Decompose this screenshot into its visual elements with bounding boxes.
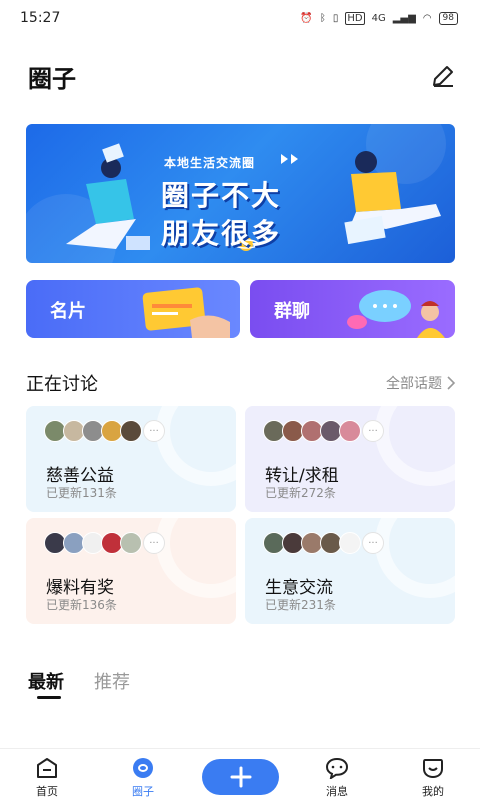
more-avatars-icon: ··· bbox=[143, 420, 165, 442]
nav-messages-label: 消息 bbox=[326, 785, 348, 798]
avatar-group: ··· bbox=[263, 420, 384, 442]
profile-icon bbox=[423, 759, 443, 779]
nav-circle-label: 圈子 bbox=[132, 785, 154, 798]
avatar bbox=[120, 420, 142, 442]
network-label: 4G bbox=[371, 12, 386, 24]
page-title: 圈子 bbox=[28, 64, 76, 93]
topic-name: 生意交流 bbox=[265, 578, 333, 598]
group-chat-label: 群聊 bbox=[274, 301, 310, 322]
feed-tabs: 最新 推荐 bbox=[28, 668, 130, 694]
bluetooth-icon: ᛒ bbox=[319, 12, 326, 24]
decor-ring bbox=[375, 406, 455, 486]
nav-home[interactable]: 首页 bbox=[17, 757, 77, 799]
decor-ring bbox=[156, 518, 236, 598]
card-illustration bbox=[142, 287, 230, 338]
banner-subtitle: 本地生活交流圈 bbox=[164, 156, 256, 170]
topic-card[interactable]: ··· 爆料有奖 已更新136条 bbox=[26, 518, 236, 624]
banner-headline-1: 圈子不大 bbox=[161, 179, 282, 212]
status-bar: 15:27 ⏰ ᛒ ▯ HD 4G ▂▄▆ ◠ 98 bbox=[0, 0, 480, 36]
tab-recommended[interactable]: 推荐 bbox=[94, 668, 130, 694]
more-avatars-icon: ··· bbox=[143, 532, 165, 554]
active-tab-indicator bbox=[37, 696, 61, 699]
promo-banner[interactable]: 本地生活交流圈 圈子不大 朋友很多 bbox=[26, 124, 455, 263]
topic-update-count: 已更新231条 bbox=[265, 598, 336, 612]
topic-name: 爆料有奖 bbox=[46, 578, 114, 598]
hd-icon: HD bbox=[345, 11, 365, 25]
topic-card[interactable]: ··· 生意交流 已更新231条 bbox=[245, 518, 455, 624]
avatar bbox=[120, 532, 142, 554]
message-icon bbox=[325, 757, 349, 779]
edit-button[interactable] bbox=[428, 61, 458, 91]
tab-latest[interactable]: 最新 bbox=[28, 668, 64, 694]
business-card-label: 名片 bbox=[50, 301, 86, 322]
status-time: 15:27 bbox=[20, 10, 61, 26]
wifi-icon: ◠ bbox=[422, 12, 432, 24]
topic-update-count: 已更新136条 bbox=[46, 598, 117, 612]
business-card-entry[interactable]: 名片 bbox=[26, 280, 240, 338]
circle-icon bbox=[133, 758, 153, 778]
topic-name: 慈善公益 bbox=[46, 466, 114, 486]
home-icon bbox=[37, 758, 57, 778]
nav-circle[interactable]: 圈子 bbox=[113, 757, 173, 799]
topic-update-count: 已更新131条 bbox=[46, 486, 117, 500]
alarm-icon: ⏰ bbox=[300, 12, 313, 24]
nav-home-label: 首页 bbox=[36, 785, 58, 798]
decor-ring bbox=[156, 406, 236, 486]
banner-headline-2: 朋友很多 bbox=[161, 217, 282, 250]
chevron-right-icon bbox=[447, 376, 456, 390]
topic-update-count: 已更新272条 bbox=[265, 486, 336, 500]
battery-icon: 98 bbox=[438, 11, 458, 25]
signal-icon: ▂▄▆ bbox=[392, 12, 416, 24]
chat-illustration bbox=[347, 290, 445, 338]
section-title: 正在讨论 bbox=[26, 374, 98, 395]
avatar-group: ··· bbox=[44, 420, 165, 442]
avatar-group: ··· bbox=[263, 532, 384, 554]
vibrate-icon: ▯ bbox=[332, 12, 339, 24]
status-icons: ⏰ ᛒ ▯ HD 4G ▂▄▆ ◠ 98 bbox=[300, 11, 458, 25]
topic-card[interactable]: ··· 慈善公益 已更新131条 bbox=[26, 406, 236, 512]
topic-name: 转让/求租 bbox=[265, 466, 339, 486]
more-avatars-icon: ··· bbox=[362, 420, 384, 442]
edit-icon bbox=[433, 66, 453, 87]
more-avatars-icon: ··· bbox=[362, 532, 384, 554]
all-topics-link[interactable]: 全部话题 bbox=[386, 373, 456, 393]
add-post-button[interactable] bbox=[202, 759, 279, 795]
plus-icon bbox=[230, 766, 251, 788]
discussion-header: 正在讨论 全部话题 bbox=[26, 370, 456, 396]
all-topics-label: 全部话题 bbox=[386, 376, 442, 392]
avatar bbox=[339, 532, 361, 554]
decor-ring bbox=[375, 518, 455, 598]
group-chat-entry[interactable]: 群聊 bbox=[250, 280, 455, 338]
header: 圈子 bbox=[28, 56, 458, 96]
avatar bbox=[339, 420, 361, 442]
nav-profile[interactable]: 我的 bbox=[403, 757, 463, 799]
nav-messages[interactable]: 消息 bbox=[307, 757, 367, 799]
bottom-nav: 首页 圈子 消息 我的 bbox=[0, 748, 480, 800]
avatar-group: ··· bbox=[44, 532, 165, 554]
topic-card[interactable]: ··· 转让/求租 已更新272条 bbox=[245, 406, 455, 512]
nav-profile-label: 我的 bbox=[422, 785, 444, 798]
